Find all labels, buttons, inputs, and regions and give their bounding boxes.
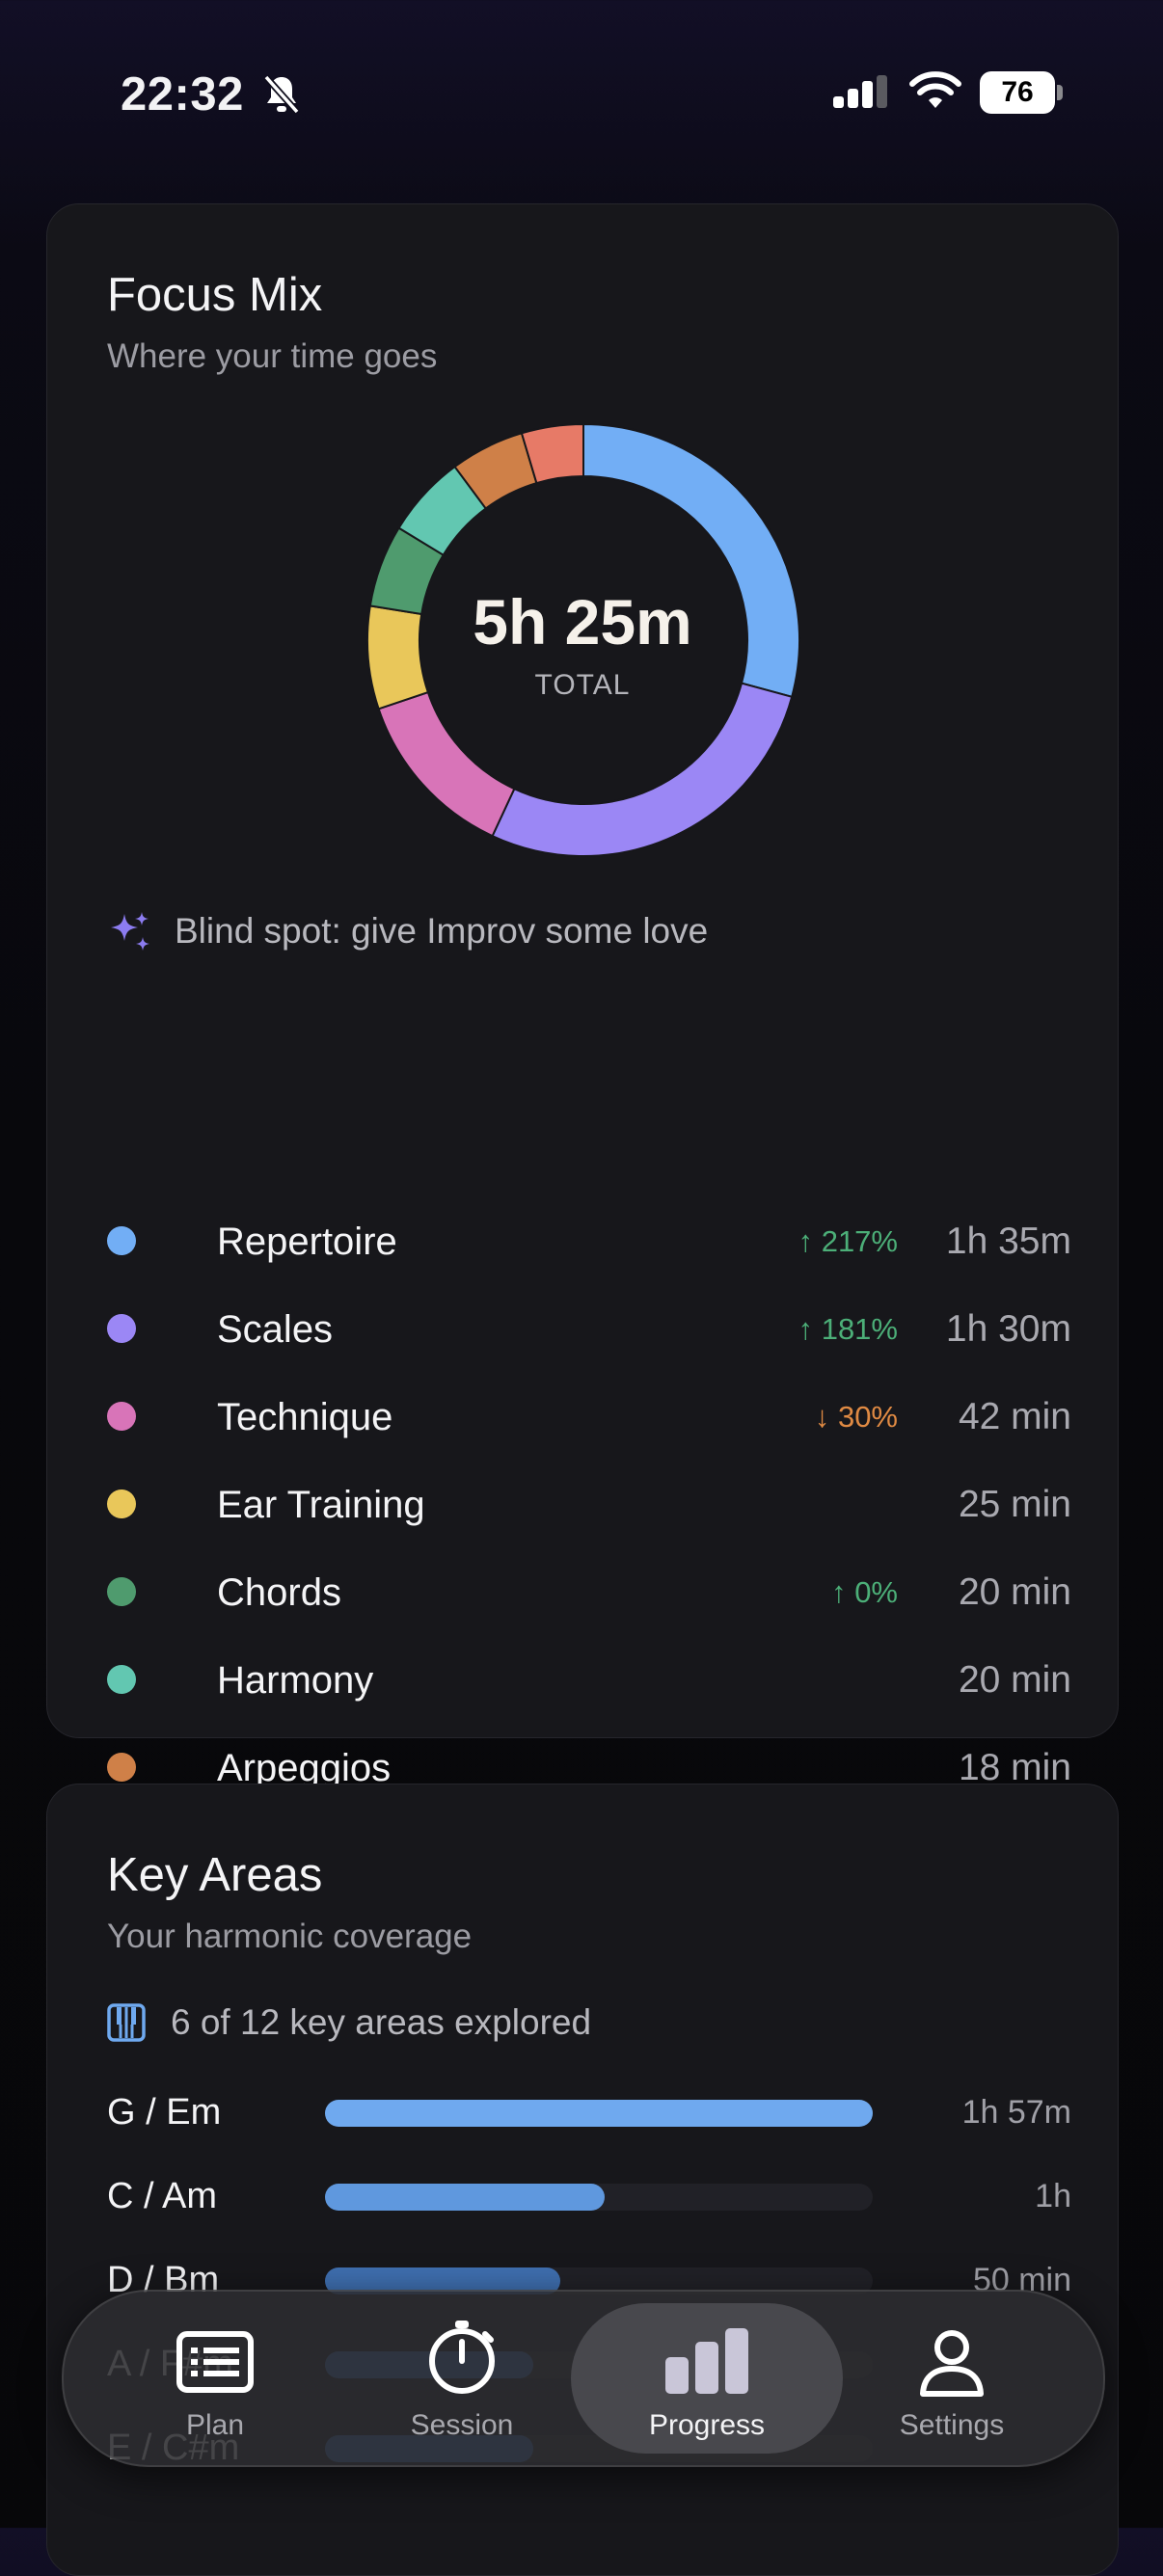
key-area-bar-fill (325, 2100, 873, 2127)
category-duration: 20 min (958, 1571, 1071, 1613)
key-areas-summary-text: 6 of 12 key areas explored (171, 2002, 592, 2042)
focus-mix-title: Focus Mix (107, 269, 323, 321)
category-delta: ↓ 30% (815, 1388, 898, 1446)
tab-progress-label: Progress (648, 2409, 766, 2441)
category-color-dot (107, 1577, 136, 1606)
category-color-dot (107, 1314, 136, 1343)
insight-text: Blind spot: give Improv some love (175, 911, 709, 951)
trend-arrow-icon: ↑ (798, 1312, 822, 1346)
category-name: Repertoire (217, 1221, 397, 1263)
tab-session-label: Session (410, 2409, 514, 2441)
key-area-bar-track (325, 2100, 873, 2127)
key-area-duration: 1h (1035, 2178, 1071, 2214)
bar-chart-icon (665, 2328, 748, 2394)
category-duration: 1h 35m (945, 1221, 1071, 1262)
category-name: Scales (217, 1308, 334, 1351)
total-label: TOTAL (534, 669, 631, 701)
category-duration: 1h 30m (945, 1308, 1071, 1350)
cellular-signal-icon (831, 75, 891, 119)
battery-indicator: 76 (980, 71, 1055, 114)
key-area-name: C / Am (107, 2176, 218, 2216)
bell-slash-icon (262, 73, 301, 121)
tab-plan-label: Plan (185, 2409, 245, 2441)
tab-settings-label: Settings (899, 2409, 1005, 2441)
sparkle-icon (111, 912, 149, 951)
category-color-dot (107, 1402, 136, 1431)
trend-arrow-icon: ↑ (798, 1224, 822, 1258)
focus-mix-subtitle: Where your time goes (107, 337, 438, 375)
category-duration: 42 min (958, 1396, 1071, 1437)
category-name: Chords (217, 1571, 341, 1614)
battery-nub (1057, 85, 1063, 100)
key-areas-title: Key Areas (107, 1849, 323, 1901)
total-value: 5h 25m (473, 586, 692, 657)
key-area-row[interactable]: C / Am 1h (107, 2167, 1071, 2225)
list-icon (176, 2331, 254, 2393)
tab-session[interactable]: Session (326, 2303, 598, 2454)
status-bar: 22:32 76 (0, 0, 1163, 193)
key-area-name: G / Em (107, 2092, 222, 2133)
category-row[interactable]: Ear Training 25 min (107, 1476, 1071, 1534)
status-time: 22:32 (121, 68, 244, 121)
key-area-bar-track (325, 2184, 873, 2211)
key-area-duration: 1h 57m (961, 2094, 1071, 2131)
key-areas-subtitle: Your harmonic coverage (107, 1918, 473, 1955)
category-duration: 20 min (958, 1659, 1071, 1701)
category-color-dot (107, 1665, 136, 1694)
category-row[interactable]: Technique ↓ 30% 42 min (107, 1388, 1071, 1446)
category-name: Technique (217, 1396, 393, 1438)
category-color-dot (107, 1226, 136, 1255)
delta-value: 181% (821, 1312, 898, 1346)
category-name: Harmony (217, 1659, 374, 1702)
tab-plan[interactable]: Plan (79, 2303, 351, 2454)
tab-progress[interactable]: Progress (571, 2303, 843, 2454)
person-icon (920, 2330, 984, 2397)
delta-value: 0% (854, 1575, 898, 1609)
trend-arrow-icon: ↓ (814, 1400, 838, 1434)
trend-arrow-icon: ↑ (831, 1575, 855, 1609)
tab-settings[interactable]: Settings (816, 2303, 1088, 2454)
insight-banner: Blind spot: give Improv some love (107, 908, 708, 954)
category-color-dot (107, 1753, 136, 1782)
category-row[interactable]: Chords ↑ 0% 20 min (107, 1564, 1071, 1622)
category-name: Ear Training (217, 1484, 425, 1526)
delta-value: 217% (821, 1224, 898, 1258)
category-delta: ↑ 181% (798, 1301, 898, 1358)
category-row[interactable]: Repertoire ↑ 217% 1h 35m (107, 1213, 1071, 1271)
key-areas-summary: 6 of 12 key areas explored (107, 2002, 591, 2043)
category-delta: ↑ 217% (798, 1213, 898, 1271)
wifi-icon (908, 71, 962, 117)
key-area-row[interactable]: G / Em 1h 57m (107, 2083, 1071, 2141)
stopwatch-icon (429, 2321, 495, 2394)
focus-mix-card: Focus Mix Where your time goes 5h 25m TO… (46, 203, 1119, 1877)
piano-icon (107, 2003, 146, 2042)
delta-value: 30% (837, 1400, 898, 1434)
tab-bar: Plan Session Progress Settings (62, 2290, 1105, 2467)
category-delta: ↑ 0% (831, 1564, 898, 1622)
category-duration: 25 min (958, 1484, 1071, 1525)
category-row[interactable]: Harmony 20 min (107, 1651, 1071, 1709)
donut-segment (377, 690, 516, 838)
key-area-bar-fill (325, 2184, 605, 2211)
category-row[interactable]: Scales ↑ 181% 1h 30m (107, 1301, 1071, 1358)
donut-segment (491, 682, 794, 857)
category-color-dot (107, 1489, 136, 1518)
